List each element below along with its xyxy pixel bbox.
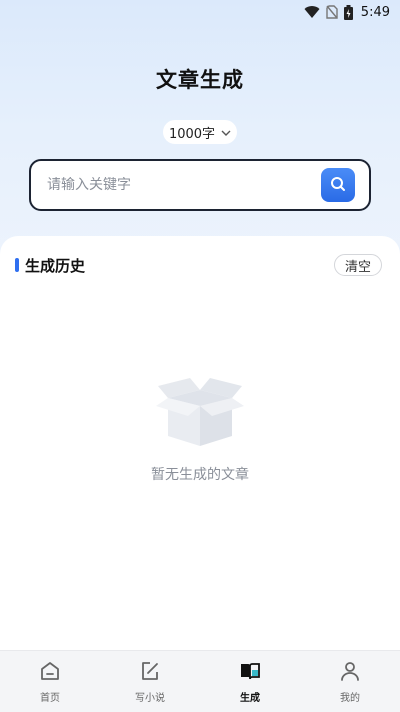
book-icon — [239, 660, 261, 686]
tab-write-novel-label: 写小说 — [135, 692, 165, 704]
history-accent-bar — [15, 258, 19, 272]
tab-mine[interactable]: 我的 — [300, 651, 400, 712]
edit-icon — [139, 660, 161, 686]
search-icon — [330, 176, 346, 195]
empty-state-text: 暂无生成的文章 — [151, 467, 249, 483]
page-title: 文章生成 — [156, 68, 244, 92]
search-box — [29, 159, 371, 211]
bottom-tab-bar: 首页 写小说 生成 我的 — [0, 650, 400, 712]
word-count-select[interactable]: 1000字 — [163, 120, 237, 144]
tab-mine-label: 我的 — [340, 692, 360, 704]
empty-box-icon — [154, 376, 246, 448]
history-card: 生成历史 清空 暂无生成的文章 — [0, 236, 400, 650]
tab-generate[interactable]: 生成 — [200, 651, 300, 712]
clear-history-button[interactable]: 清空 — [334, 254, 382, 276]
battery-icon — [343, 4, 353, 20]
tab-write-novel[interactable]: 写小说 — [100, 651, 200, 712]
history-header: 生成历史 清空 — [15, 254, 382, 276]
no-sim-icon — [326, 5, 338, 19]
chevron-down-icon — [221, 125, 231, 140]
history-title: 生成历史 — [25, 256, 86, 275]
search-input[interactable] — [47, 177, 321, 193]
status-bar: 5:49 — [0, 0, 400, 24]
user-icon — [339, 660, 361, 686]
wifi-icon — [304, 5, 320, 19]
word-count-value: 1000字 — [168, 126, 216, 142]
tab-generate-label: 生成 — [240, 692, 260, 704]
tab-home[interactable]: 首页 — [0, 651, 100, 712]
search-button[interactable] — [321, 168, 355, 202]
home-icon — [39, 660, 61, 686]
status-time: 5:49 — [360, 4, 390, 20]
tab-home-label: 首页 — [40, 692, 60, 704]
